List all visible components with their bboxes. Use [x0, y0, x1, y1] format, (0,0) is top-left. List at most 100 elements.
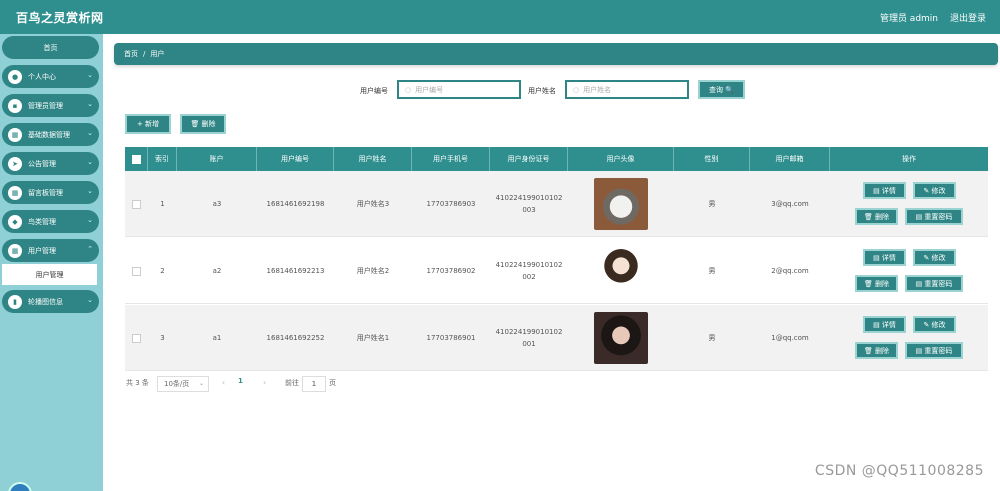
cell-id-card: 410224199010102 001: [490, 305, 568, 371]
breadcrumb-current: 用户: [150, 50, 165, 58]
cell-user-name: 用户姓名3: [356, 200, 390, 208]
delete-button[interactable]: 🗑 删除: [855, 275, 898, 292]
column-header: 用户头像: [568, 147, 674, 171]
sidebar-subitem-user-management[interactable]: 用户管理: [2, 264, 97, 285]
sidebar-item-home[interactable]: 首页: [2, 36, 99, 59]
search-input-user-id[interactable]: ○ 用户编号: [397, 80, 521, 99]
sidebar-item-label: 基础数据管理: [28, 130, 70, 139]
sidebar-item-basic-data[interactable]: ▦ 基础数据管理 ⌄: [2, 123, 99, 146]
search-placeholder: 用户姓名: [583, 85, 612, 94]
search-label-user-name: 用户姓名: [528, 87, 556, 95]
cell-account: a1: [212, 334, 222, 342]
row-checkbox[interactable]: [132, 199, 141, 209]
page-suffix-label: 页: [329, 379, 336, 387]
cell-user-id: 1681461692213: [266, 267, 325, 275]
page-number-current[interactable]: 1: [238, 377, 243, 385]
cell-account: a2: [212, 267, 222, 275]
reset-password-button[interactable]: ▤ 重置密码: [905, 275, 963, 292]
column-header: 索引: [148, 147, 177, 171]
table-row: 3 a1 1681461692252 用户姓名1 17703786901 410…: [125, 305, 988, 371]
sidebar-item-label: 首页: [43, 43, 58, 52]
apps-icon: ▦: [8, 185, 22, 200]
cell-index: 1: [160, 200, 165, 208]
row-checkbox[interactable]: [132, 333, 141, 343]
chevron-down-icon: ⌄: [87, 216, 93, 224]
person-icon: ●: [8, 69, 22, 84]
table-row: 2 a2 1681461692213 用户姓名2 17703786902 410…: [125, 238, 988, 304]
chevron-down-icon: ⌄: [87, 296, 93, 304]
cell-user-id: 1681461692252: [266, 334, 325, 342]
table-header: 索引 账户 用户编号 用户姓名 用户手机号 用户身份证号 用户头像 性别 用户邮…: [125, 147, 988, 171]
logout-link[interactable]: 退出登录: [950, 11, 986, 24]
sidebar-item-admin[interactable]: ▪ 管理员管理 ⌄: [2, 94, 99, 117]
sidebar-item-birds[interactable]: ◆ 鸟类管理 ⌄: [2, 210, 99, 233]
chevron-down-icon: ⌄: [87, 187, 93, 195]
search-input-user-name[interactable]: ○ 用户姓名: [565, 80, 689, 99]
chevron-down-icon: ⌄: [198, 380, 204, 387]
sidebar-item-label: 鸟类管理: [28, 217, 56, 226]
delete-button[interactable]: 🗑 删除: [855, 342, 898, 359]
admin-icon: ▪: [8, 98, 22, 113]
cell-email: 2@qq.com: [771, 267, 809, 275]
id-card-part: 003: [522, 206, 536, 214]
page-size-select[interactable]: 10条/页 ⌄: [157, 376, 209, 392]
detail-button[interactable]: ▤ 详情: [863, 316, 906, 333]
sidebar-item-label: 公告管理: [28, 159, 56, 168]
floating-avatar-icon[interactable]: [8, 482, 32, 491]
add-button[interactable]: + 新增: [125, 114, 171, 134]
sidebar-item-profile[interactable]: ● 个人中心 ⌄: [2, 65, 99, 88]
detail-button[interactable]: ▤ 详情: [863, 182, 906, 199]
id-card-part: 410224199010102: [495, 194, 563, 202]
sidebar-item-label: 留言板管理: [28, 188, 63, 197]
admin-label: 管理员 admin: [879, 14, 938, 24]
breadcrumb-home[interactable]: 首页: [124, 49, 138, 59]
cell-phone: 17703786902: [426, 267, 476, 275]
chevron-down-icon: ⌄: [87, 71, 93, 79]
sidebar-item-carousel[interactable]: ▮ 轮播图信息 ⌄: [2, 290, 99, 313]
id-card-part: 002: [522, 273, 536, 281]
cell-avatar: [568, 171, 674, 237]
reset-password-button[interactable]: ▤ 重置密码: [905, 208, 963, 225]
cell-user-id: 1681461692198: [266, 200, 325, 208]
edit-button[interactable]: ✎ 修改: [913, 249, 956, 266]
sidebar-item-label: 个人中心: [28, 72, 56, 81]
search-icon: ○: [405, 85, 412, 94]
page-size-value: 10条/页: [164, 380, 190, 388]
select-all-cell[interactable]: [125, 147, 148, 171]
next-page-icon[interactable]: ›: [263, 378, 266, 387]
query-button[interactable]: 查询 🔍: [698, 80, 745, 99]
cell-email: 1@qq.com: [771, 334, 809, 342]
cell-user-name: 用户姓名2: [356, 267, 390, 275]
cell-avatar: [568, 238, 674, 304]
select-all-checkbox[interactable]: [131, 154, 141, 164]
batch-delete-button[interactable]: 🗑 删除: [180, 114, 226, 134]
edit-button[interactable]: ✎ 修改: [913, 182, 956, 199]
search-icon: ○: [573, 85, 580, 94]
cell-gender: 男: [708, 334, 716, 342]
breadcrumb: 首页 / 用户: [114, 43, 998, 65]
detail-button[interactable]: ▤ 详情: [863, 249, 906, 266]
breadcrumb-separator: /: [143, 50, 146, 58]
delete-button[interactable]: 🗑 删除: [855, 208, 898, 225]
id-card-part: 410224199010102: [495, 261, 563, 269]
reset-password-button[interactable]: ▤ 重置密码: [905, 342, 963, 359]
sidebar: 首页 ● 个人中心 ⌄ ▪ 管理员管理 ⌄ ▦ 基础数据管理 ⌄ ➤ 公告管理 …: [0, 34, 103, 491]
goto-page-input[interactable]: 1: [302, 376, 326, 392]
cell-gender: 男: [708, 200, 716, 208]
cell-gender: 男: [708, 267, 716, 275]
grid-icon: ▦: [8, 127, 22, 142]
column-header: 用户姓名: [334, 147, 412, 171]
prev-page-icon[interactable]: ‹: [222, 378, 225, 387]
shield-icon: ◆: [8, 214, 22, 229]
cell-index: 2: [160, 267, 165, 275]
chevron-down-icon: ⌄: [87, 100, 93, 108]
sidebar-item-notice[interactable]: ➤ 公告管理 ⌄: [2, 152, 99, 175]
edit-button[interactable]: ✎ 修改: [913, 316, 956, 333]
cell-phone: 17703786903: [426, 200, 476, 208]
sidebar-item-users[interactable]: ▦ 用户管理 ⌃: [2, 239, 99, 262]
sidebar-item-message-board[interactable]: ▦ 留言板管理 ⌄: [2, 181, 99, 204]
cell-email: 3@qq.com: [771, 200, 809, 208]
row-checkbox[interactable]: [132, 266, 141, 276]
user-avatar-image: [594, 312, 648, 364]
user-avatar-image: [594, 245, 648, 297]
